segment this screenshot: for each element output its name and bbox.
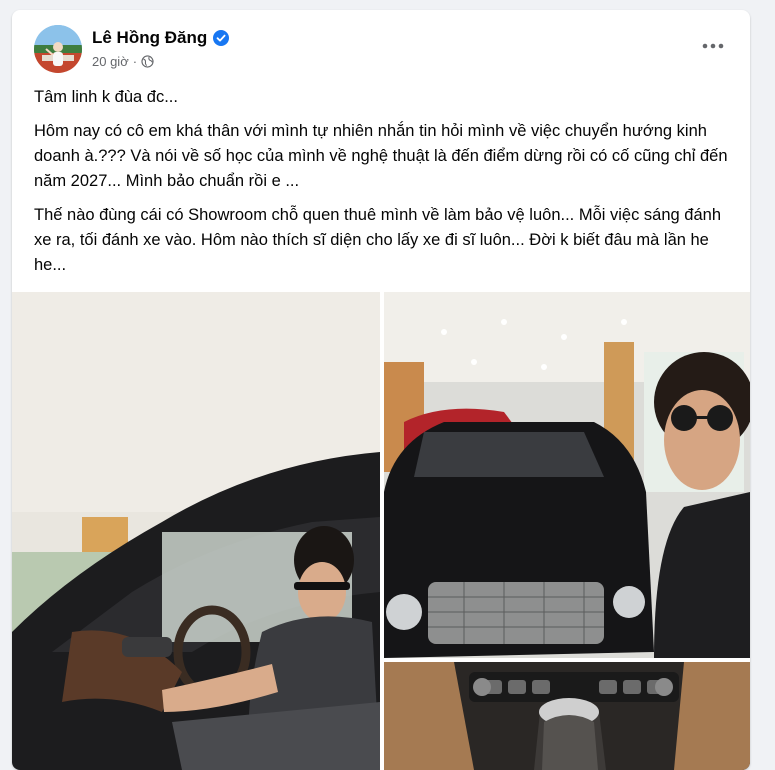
post-paragraph: Thế nào đùng cái có Showroom chỗ quen th… (34, 206, 722, 274)
verified-badge-icon (213, 30, 230, 46)
post-timestamp[interactable]: 20 giờ (92, 54, 129, 69)
globe-icon (141, 55, 154, 68)
meta-separator: · (132, 54, 138, 69)
post-text: Tâm linh k đùa đc... Hôm nay có cô em kh… (34, 85, 734, 287)
more-options-icon (702, 43, 724, 49)
post-paragraph: Tâm linh k đùa đc... (34, 88, 178, 106)
photo-grid (12, 292, 750, 770)
photo-gear-shift[interactable] (384, 662, 750, 770)
post-card: Lê Hồng Đăng 20 giờ · Tâm linh k đùa đc.… (12, 10, 750, 770)
author-name[interactable]: Lê Hồng Đăng (92, 28, 207, 48)
post-paragraph: Hôm nay có cô em khá thân với mình tự nh… (34, 122, 728, 190)
photo-man-in-car[interactable] (12, 292, 380, 770)
photo-selfie-with-car[interactable] (384, 292, 750, 658)
more-options-button[interactable] (698, 36, 728, 56)
author-avatar[interactable] (34, 25, 82, 73)
